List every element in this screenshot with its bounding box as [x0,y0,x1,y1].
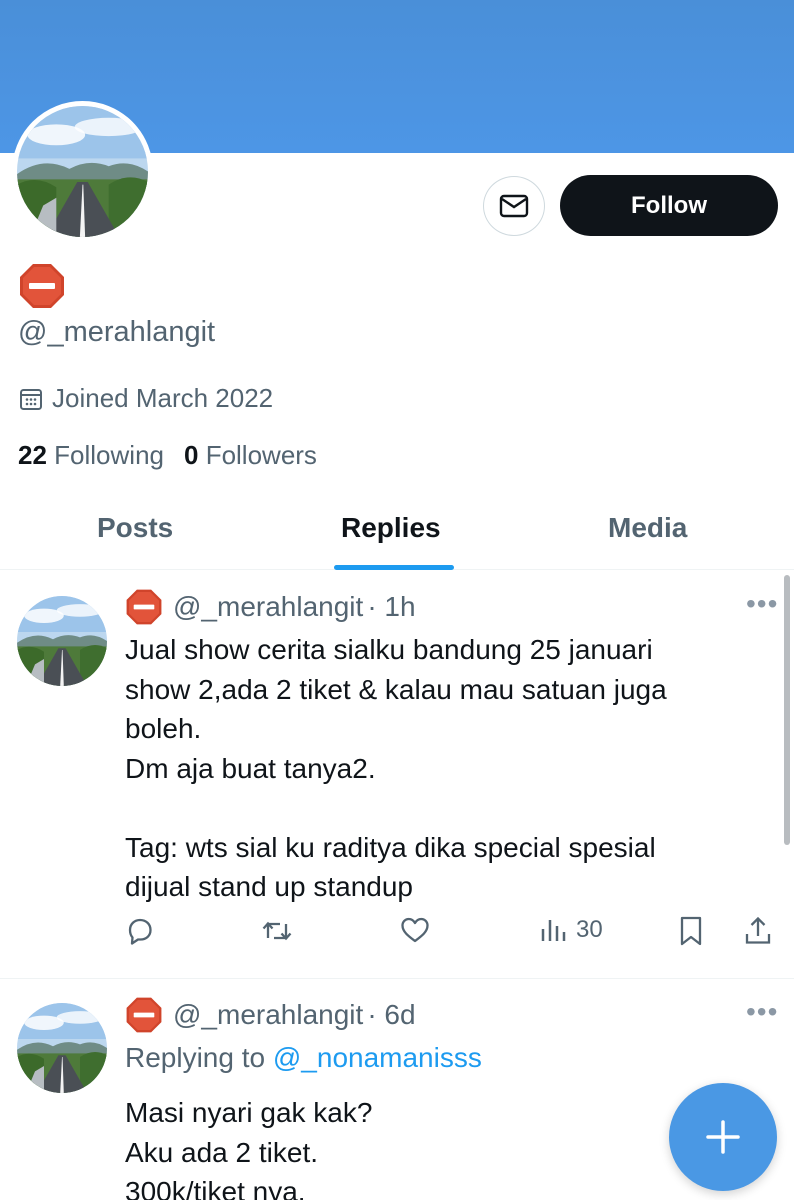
post-text: Jual show cerita sialku bandung 25 janua… [125,634,667,902]
bookmark-button[interactable] [676,915,706,947]
compose-button[interactable] [669,1083,777,1191]
follow-stats: 22 Following 0 Followers [18,440,317,471]
post-header: @_merahlangit · 6d [125,996,416,1034]
heart-icon [401,917,429,943]
post-avatar[interactable] [17,596,107,686]
post-time: · 1h [367,591,416,622]
post-handle[interactable]: @_merahlangit [173,999,363,1031]
tab-posts[interactable]: Posts [97,512,173,544]
reply-icon [128,918,152,945]
like-button[interactable] [399,915,431,945]
views-icon [541,920,566,941]
follow-button[interactable]: Follow [560,175,778,236]
calendar-icon [20,388,42,410]
profile-tabs: Posts Replies Media [0,490,794,570]
joined-label: Joined March 2022 [52,383,274,413]
tab-media[interactable]: Media [608,512,687,544]
post-actions: 30 [0,915,794,961]
replying-to: Replying to @_nonamanisss [125,1042,482,1073]
stop-sign-emoji [125,588,163,626]
share-button[interactable] [742,915,774,947]
stop-sign-emoji [125,996,163,1034]
scrollbar[interactable] [784,575,790,845]
followers-link[interactable]: 0 Followers [184,440,317,471]
post-time: · 6d [367,999,416,1030]
bookmark-icon [680,916,702,946]
repost-button[interactable] [260,915,294,947]
more-icon[interactable]: ••• [746,588,778,620]
more-icon[interactable]: ••• [746,996,778,1028]
post-header: @_merahlangit · 1h [125,588,416,626]
profile-avatar[interactable] [12,101,153,242]
reply-button[interactable] [124,915,156,947]
share-icon [745,916,771,944]
joined-date: Joined March 2022 [18,383,273,414]
stop-sign-emoji [18,262,66,310]
tab-replies[interactable]: Replies [341,512,441,544]
post-avatar[interactable] [17,1003,107,1093]
views-count: 30 [576,916,603,943]
envelope-icon [499,194,529,218]
profile-handle: @_merahlangit [18,316,216,348]
message-button[interactable] [483,176,545,236]
repost-icon [262,921,292,941]
plus-icon [706,1120,740,1154]
replying-to-handle[interactable]: @_nonamanisss [273,1042,482,1073]
active-tab-indicator [334,565,454,570]
views-button[interactable]: 30 [538,915,603,945]
post-divider [0,978,794,979]
following-link[interactable]: 22 Following [18,440,164,471]
post-handle[interactable]: @_merahlangit [173,591,363,623]
